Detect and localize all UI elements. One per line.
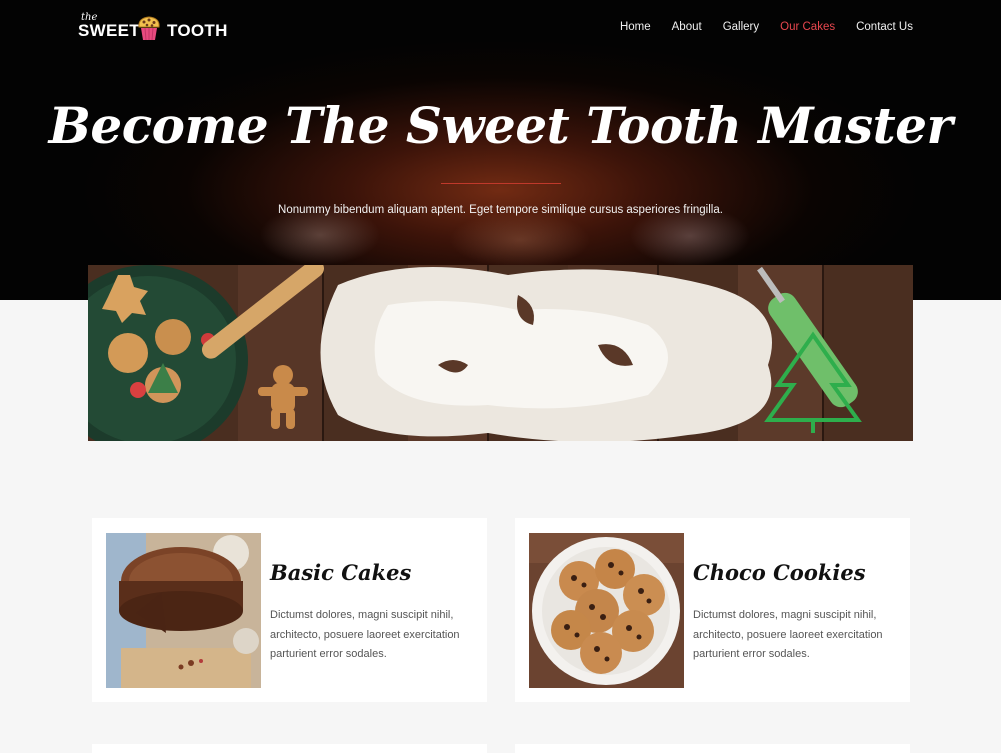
card-title: Basic Cakes bbox=[270, 560, 412, 585]
hero-title: Become The Sweet Tooth Master bbox=[48, 96, 953, 155]
card-description: Dictumst dolores, magni suscipit nihil, … bbox=[693, 609, 883, 660]
main-nav: Home About Gallery Our Cakes Contact Us bbox=[620, 21, 913, 33]
card-basic-cakes[interactable]: Basic Cakes Dictumst dolores, magni susc… bbox=[92, 518, 487, 702]
chocolate-cake-image bbox=[106, 533, 261, 688]
nav-about[interactable]: About bbox=[672, 21, 702, 33]
card-partial bbox=[92, 744, 487, 753]
cookies-plate-image bbox=[529, 533, 684, 688]
nav-our-cakes[interactable]: Our Cakes bbox=[780, 21, 835, 33]
card-description: Dictumst dolores, magni suscipit nihil, … bbox=[270, 609, 460, 660]
nav-gallery[interactable]: Gallery bbox=[723, 21, 759, 33]
card-title: Choco Cookies bbox=[693, 560, 866, 585]
logo-tooth-text: TOOTH bbox=[167, 21, 228, 40]
nav-contact-us[interactable]: Contact Us bbox=[856, 21, 913, 33]
baking-banner-image bbox=[88, 265, 913, 441]
hero-section: the SWEET TOOTH Home About Gallery Our C… bbox=[0, 0, 1001, 300]
hero-divider bbox=[441, 183, 561, 184]
nav-home[interactable]: Home bbox=[620, 21, 651, 33]
hero-subtitle: Nonummy bibendum aliquam aptent. Eget te… bbox=[278, 204, 723, 216]
baking-illustration bbox=[88, 265, 913, 441]
card-choco-cookies[interactable]: Choco Cookies Dictumst dolores, magni su… bbox=[515, 518, 910, 702]
muffin-icon bbox=[138, 16, 160, 41]
site-logo[interactable]: the SWEET TOOTH bbox=[78, 12, 238, 43]
logo-sweet-text: SWEET bbox=[78, 21, 140, 40]
card-partial bbox=[515, 744, 910, 753]
